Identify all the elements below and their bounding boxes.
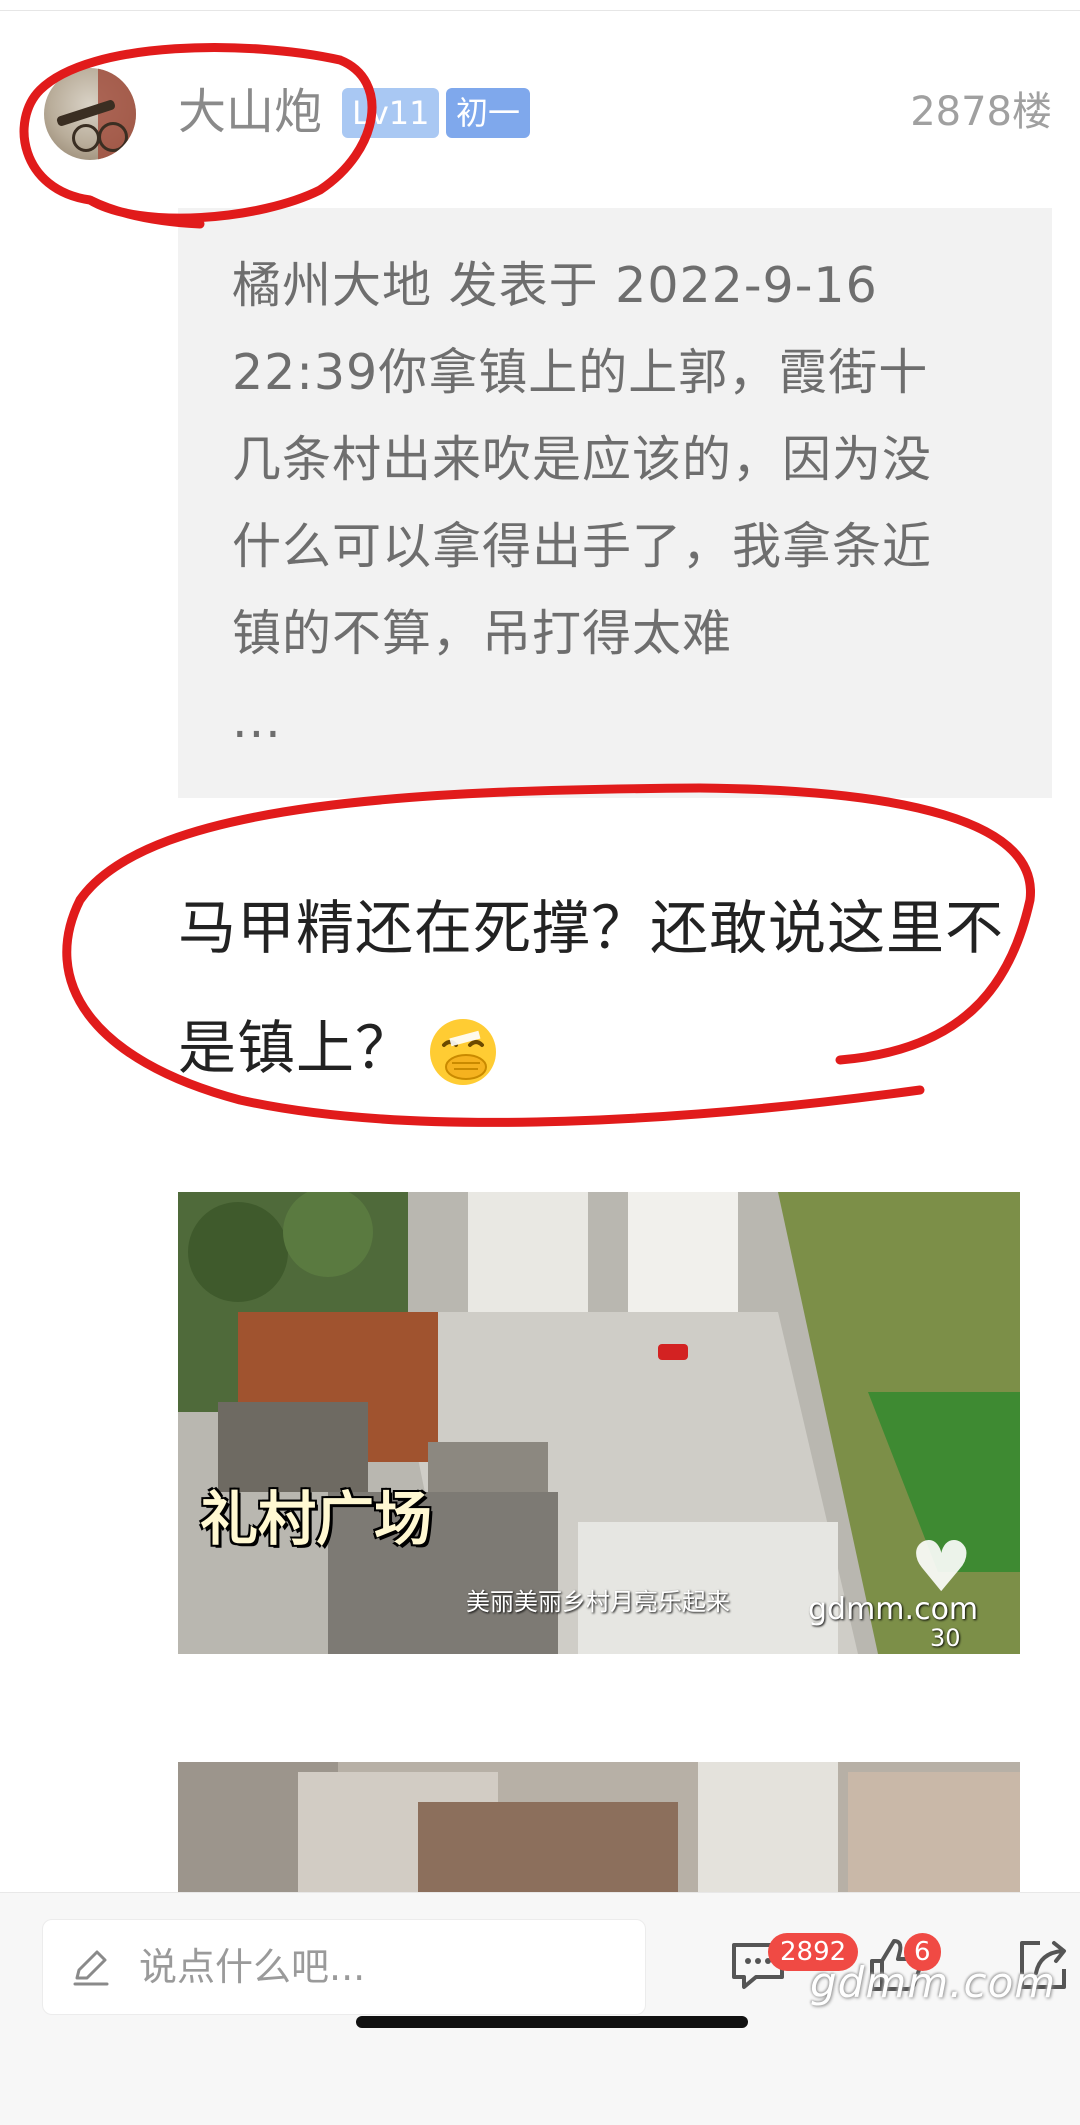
comment-input[interactable]: 说点什么吧... xyxy=(42,1919,646,2015)
pen-icon xyxy=(73,1950,109,1986)
image-caption: 礼村广场 xyxy=(200,1485,433,1553)
wheel-icon xyxy=(98,122,128,152)
wheel-icon xyxy=(72,124,100,152)
reply-text: 马甲精还在死撑？还敢说这里不是镇上？ xyxy=(178,894,1005,1082)
aerial-town-photo xyxy=(178,1762,1020,1892)
top-divider xyxy=(0,0,1080,11)
image-watermark-number: 30 xyxy=(930,1624,961,1652)
image-subtitle: 美丽美丽乡村月亮乐起来 xyxy=(466,1588,730,1616)
image-watermark-site: gdmm.com xyxy=(808,1592,979,1627)
floor-number: 2878楼 xyxy=(910,89,1052,135)
post-image-town[interactable] xyxy=(178,1762,1020,1892)
bottom-action-bar: 说点什么吧... 2892 6 xyxy=(0,1892,1080,2125)
face-with-hand-over-mouth-emoji xyxy=(430,1018,497,1085)
home-indicator[interactable] xyxy=(356,2016,748,2028)
comment-input-placeholder: 说点什么吧... xyxy=(139,1945,366,1989)
reply-text-block: 马甲精还在死撑？还敢说这里不是镇上？ xyxy=(178,868,1038,1108)
quote-text: 橘州大地 发表于 2022-9-16 22:39你拿镇上的上郭，霞街十几条村出来… xyxy=(232,257,933,749)
level-badge: Lv11 xyxy=(342,88,440,138)
quote-box[interactable]: 橘州大地 发表于 2022-9-16 22:39你拿镇上的上郭，霞街十几条村出来… xyxy=(178,208,1052,798)
username[interactable]: 大山炮 xyxy=(178,80,322,144)
post-image-plaza[interactable]: 礼村广场 美丽美丽乡村月亮乐起来 ♥ gdmm.com 30 xyxy=(178,1192,1020,1654)
avatar[interactable] xyxy=(44,68,136,160)
rank-badge: 初一 xyxy=(446,88,531,138)
site-watermark: gdmm.com xyxy=(810,1958,1057,2007)
